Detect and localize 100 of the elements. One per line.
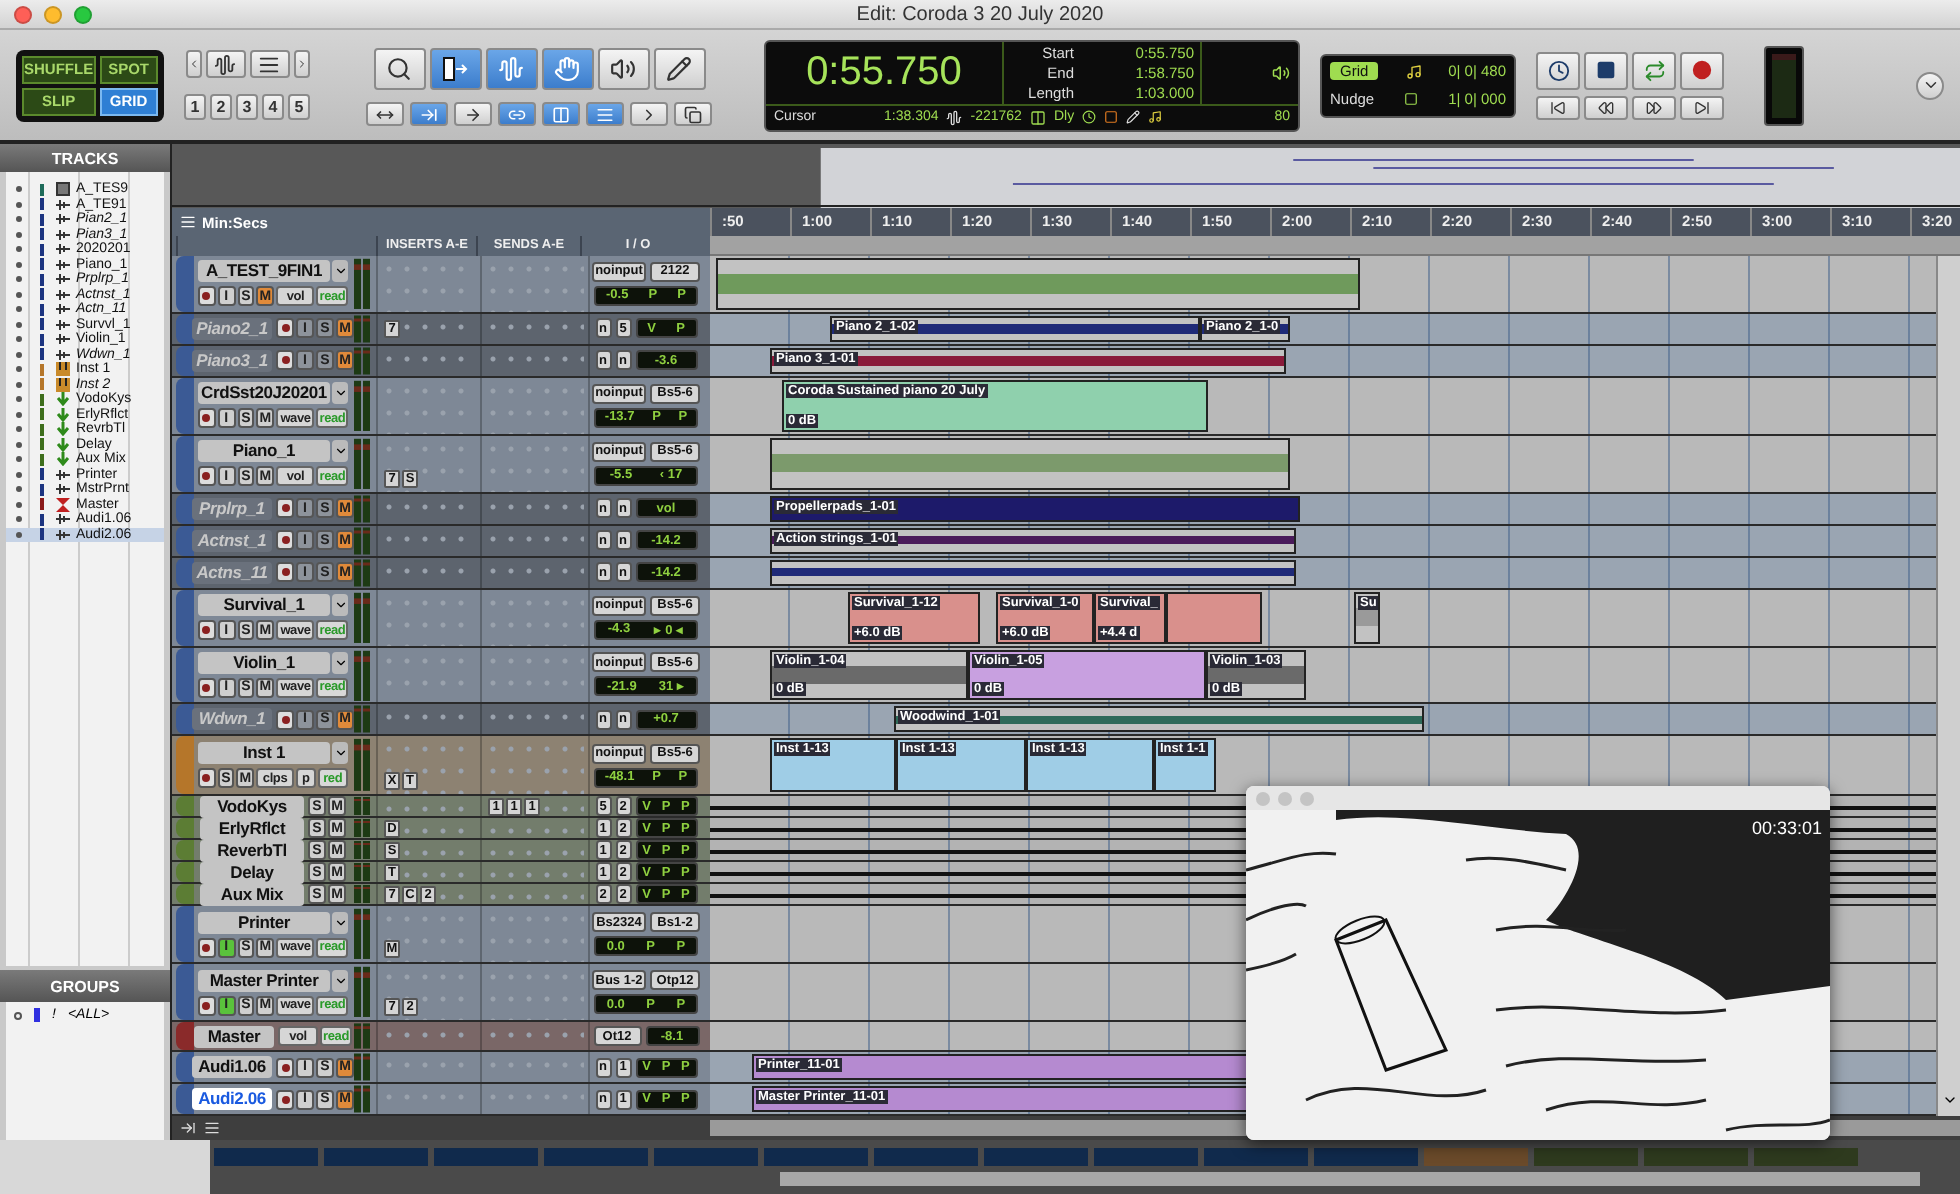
track-name[interactable]: Master: [194, 1025, 274, 1047]
visibility-dot-icon: [16, 336, 22, 343]
audio-clip[interactable]: [1166, 591, 1262, 643]
visibility-dot-icon: [16, 531, 22, 538]
zoom-preset-button[interactable]: 5: [288, 94, 310, 120]
dropdown-button[interactable]: [332, 382, 348, 405]
dropdown-button[interactable]: [332, 594, 348, 617]
visibility-dot-icon: [16, 366, 22, 373]
clock-icon: [1082, 110, 1097, 124]
visibility-dot-icon: [16, 261, 22, 268]
lines-icon: [596, 105, 614, 123]
dropdown-button[interactable]: [332, 911, 348, 934]
record-button[interactable]: [198, 620, 216, 641]
zoom-preset-button[interactable]: 2: [210, 94, 232, 120]
record-button[interactable]: [198, 937, 216, 958]
hourglass-icon: [56, 497, 70, 512]
dropdown-button[interactable]: [332, 440, 348, 463]
visibility-dot-icon: [16, 456, 22, 463]
zoom-preset-button[interactable]: 1: [184, 94, 206, 120]
track-name[interactable]: Audi2.06: [192, 1088, 272, 1110]
tool-button[interactable]: [373, 48, 425, 90]
caret-icon: [333, 973, 347, 988]
visibility-dot-icon: [16, 516, 22, 523]
main-counter: 0:55.750: [804, 47, 964, 97]
record-button[interactable]: [276, 530, 294, 551]
stop-icon: [1596, 60, 1616, 80]
visibility-dot-icon: [16, 276, 22, 283]
stop-button[interactable]: [1584, 51, 1628, 89]
play-button[interactable]: [1632, 51, 1676, 89]
midi-zoom-button[interactable]: [249, 50, 289, 78]
columns-icon: [1029, 109, 1046, 125]
audio-zoom-button[interactable]: [205, 50, 245, 78]
arrow-icon: [464, 105, 482, 123]
track-name[interactable]: ErlyRflct: [200, 817, 304, 840]
record-button[interactable]: [198, 677, 216, 698]
lines-icon: [204, 1120, 220, 1136]
tool-option-button[interactable]: [454, 102, 492, 126]
record-button[interactable]: [276, 318, 294, 339]
level-meter: [352, 840, 372, 861]
level-meter: [352, 862, 372, 883]
zoom-button[interactable]: [74, 5, 92, 23]
tool-button[interactable]: [597, 48, 649, 90]
dropdown-button[interactable]: [332, 969, 348, 992]
caret-icon: [333, 264, 347, 279]
record-button[interactable]: [1680, 51, 1724, 89]
record-button[interactable]: [276, 350, 294, 371]
go-to-end-button[interactable]: [1680, 95, 1724, 119]
zoom-in-button[interactable]: [293, 50, 309, 78]
record-button[interactable]: [198, 466, 216, 487]
record-button[interactable]: [276, 709, 294, 730]
track-name[interactable]: Audi1.06: [192, 1056, 272, 1078]
track-name[interactable]: Printer: [198, 911, 330, 934]
horizontal-arrows-icon: [376, 105, 394, 123]
visibility-dot-icon: [16, 231, 22, 238]
caret-icon: [333, 746, 347, 761]
video-timecode: 00:33:01: [1751, 818, 1822, 838]
skip-forward-icon: [1694, 99, 1710, 115]
fast-forward-button[interactable]: [1632, 95, 1676, 119]
track-name[interactable]: Survival_1: [198, 594, 330, 617]
loop-play-icon: [1643, 59, 1665, 81]
dropdown-button[interactable]: [332, 260, 348, 283]
track-name[interactable]: Aux Mix: [200, 883, 304, 906]
skip-back-icon: [1550, 99, 1566, 115]
record-button[interactable]: [198, 408, 216, 429]
rewind-button[interactable]: [1584, 95, 1628, 119]
track-name[interactable]: Violin_1: [198, 651, 330, 674]
toolbar-menu-button[interactable]: [1916, 71, 1944, 99]
record-button[interactable]: [198, 286, 216, 307]
track-name[interactable]: VodoKys: [200, 795, 304, 818]
record-button[interactable]: [276, 498, 294, 519]
audio-clip[interactable]: [770, 437, 1290, 490]
pencil-icon: [1126, 110, 1141, 124]
tool-option-button[interactable]: [366, 102, 404, 126]
tool-option-button[interactable]: [674, 102, 712, 126]
zoom-preset-button[interactable]: 3: [236, 94, 258, 120]
tool-button[interactable]: [653, 48, 705, 90]
record-button[interactable]: [276, 562, 294, 583]
track-name[interactable]: ReverbTl: [200, 839, 304, 862]
record-button[interactable]: [198, 995, 216, 1016]
visibility-dot-icon: [16, 411, 22, 418]
send-slots: [480, 1084, 584, 1114]
online-button[interactable]: [1536, 51, 1580, 89]
track-name[interactable]: CrdSst20J20201: [198, 382, 330, 405]
audio-clip[interactable]: [770, 559, 1296, 586]
dropdown-button[interactable]: [332, 742, 348, 765]
zoom-preset-button[interactable]: 4: [262, 94, 284, 120]
track-name[interactable]: Inst 1: [198, 742, 330, 765]
audio-clip[interactable]: [716, 258, 1360, 310]
tool-button[interactable]: [429, 48, 481, 90]
dropdown-button[interactable]: [332, 651, 348, 674]
tool-option-button[interactable]: [630, 102, 668, 126]
track-name[interactable]: Delay: [200, 861, 304, 884]
window-title: Edit: Coroda 3 20 July 2020: [856, 3, 1104, 25]
record-button[interactable]: [198, 768, 216, 789]
zoom-out-button[interactable]: [185, 50, 201, 78]
return-to-start-button[interactable]: [1536, 95, 1580, 119]
track-name[interactable]: Piano_1: [198, 440, 330, 463]
track-name[interactable]: A_TEST_9FIN1: [198, 260, 330, 283]
close-button[interactable]: [14, 5, 32, 23]
track-name[interactable]: Master Printer: [198, 969, 330, 992]
